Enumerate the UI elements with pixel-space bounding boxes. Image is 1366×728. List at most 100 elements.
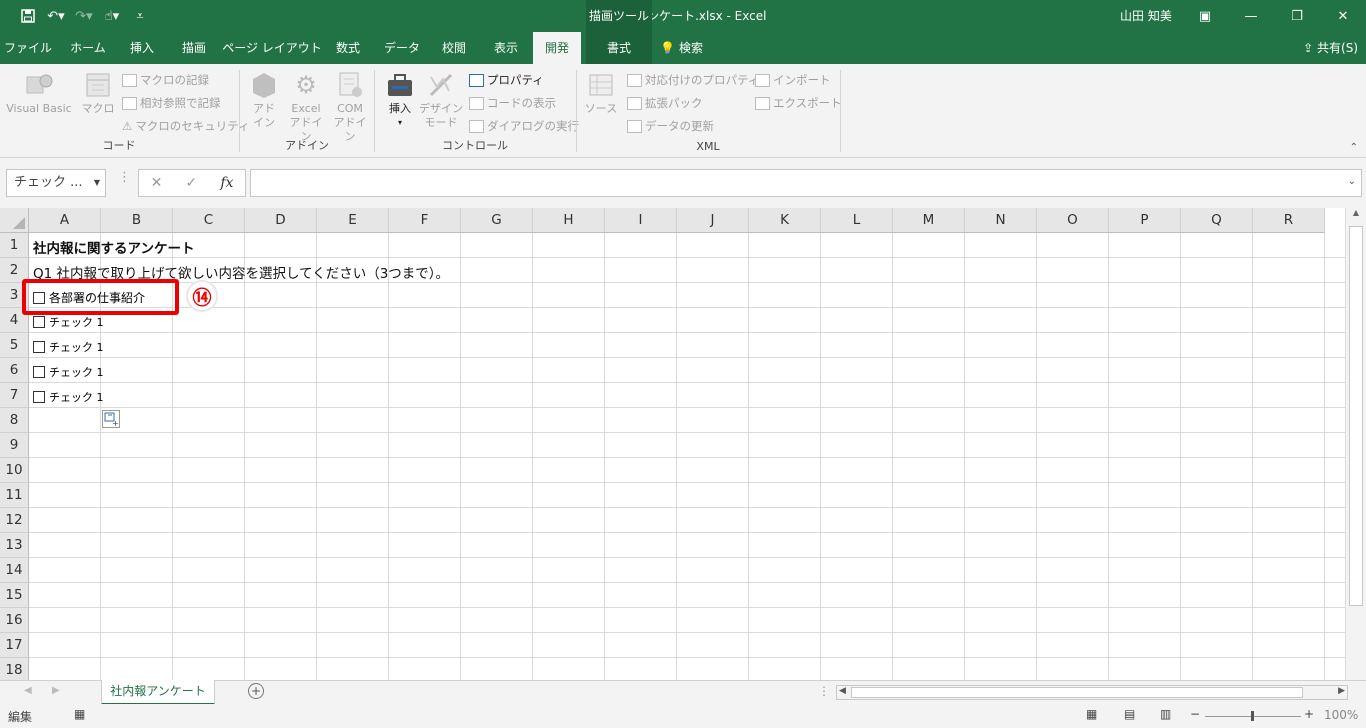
share-button[interactable]: ⇪ 共有(S) <box>1303 32 1358 64</box>
column-header[interactable]: N <box>965 208 1037 233</box>
macro-record-icon[interactable]: ▦ <box>74 707 85 721</box>
source-button[interactable]: ソース <box>583 70 619 116</box>
tab-developer[interactable]: 開発 <box>533 32 581 64</box>
user-name[interactable]: 山田 知美 <box>1120 0 1172 32</box>
import-button[interactable]: インポート <box>755 72 831 88</box>
column-header[interactable]: G <box>461 208 533 233</box>
select-all-button[interactable] <box>0 208 29 233</box>
chevron-down-icon[interactable]: ▼ <box>94 170 100 196</box>
expand-formula-icon[interactable]: ⌄ <box>1348 176 1356 187</box>
page-break-view-icon[interactable]: ▥ <box>1160 707 1171 721</box>
zoom-slider[interactable] <box>1205 711 1301 721</box>
design-mode-button[interactable]: デザイン モード <box>419 70 463 130</box>
vertical-scrollbar[interactable]: ▲ <box>1345 208 1366 680</box>
tab-page-layout[interactable]: ページ レイアウト <box>222 32 322 64</box>
insert-control-button[interactable]: 挿入 ▾ <box>383 70 417 130</box>
column-header[interactable]: K <box>749 208 821 233</box>
column-header[interactable]: F <box>389 208 461 233</box>
scroll-right-icon[interactable]: ▶ <box>1338 686 1345 696</box>
row-header[interactable]: 17 <box>0 633 29 658</box>
restore-icon[interactable]: ❐ <box>1274 0 1320 32</box>
column-header[interactable]: M <box>893 208 965 233</box>
row-header[interactable]: 7 <box>0 383 29 408</box>
tab-draw[interactable]: 描画 <box>168 32 220 64</box>
column-header[interactable]: D <box>245 208 317 233</box>
worksheet-grid[interactable]: ABCDEFGHIJKLMNOPQR 1 2 3 4 5 6 7 8 9 10 11 12 13 14 15… <box>0 208 1366 680</box>
zoom-slider-thumb[interactable] <box>1251 711 1254 721</box>
column-header[interactable]: Q <box>1181 208 1253 233</box>
close-icon[interactable]: ✕ <box>1320 0 1366 32</box>
column-header[interactable]: E <box>317 208 389 233</box>
refresh-data-button[interactable]: データの更新 <box>627 118 714 134</box>
ribbon-display-options-icon[interactable]: ▣ <box>1182 0 1228 32</box>
row-header[interactable]: 8 <box>0 408 29 433</box>
redo-icon[interactable]: ↷▾ <box>72 4 96 28</box>
column-header[interactable]: L <box>821 208 893 233</box>
page-layout-view-icon[interactable]: ▤ <box>1124 707 1135 721</box>
tab-view[interactable]: 表示 <box>482 32 530 64</box>
tell-me-search[interactable]: 💡 検索 <box>660 32 716 64</box>
column-header[interactable]: B <box>101 208 173 233</box>
column-header[interactable]: A <box>29 208 101 233</box>
column-header[interactable]: R <box>1253 208 1325 233</box>
tab-home[interactable]: ホーム <box>60 32 116 64</box>
row-header[interactable]: 13 <box>0 533 29 558</box>
visual-basic-button[interactable]: Visual Basic <box>4 70 74 116</box>
drag-handle-icon[interactable]: ⋮ <box>118 170 131 185</box>
row-header[interactable]: 18 <box>0 658 29 680</box>
scroll-left-icon[interactable]: ◀ <box>839 686 846 696</box>
tab-data[interactable]: データ <box>376 32 428 64</box>
row-header[interactable]: 12 <box>0 508 29 533</box>
checkbox-box[interactable] <box>33 341 45 353</box>
relative-reference-button[interactable]: 相対参照で記録 <box>122 95 221 111</box>
run-dialog-button[interactable]: ダイアログの実行 <box>469 118 579 134</box>
row-header[interactable]: 11 <box>0 483 29 508</box>
normal-view-icon[interactable]: ▦ <box>1086 707 1097 721</box>
customize-qat-icon[interactable]: ⩡ <box>128 4 152 28</box>
checkbox-box[interactable] <box>33 391 45 403</box>
zoom-level[interactable]: 100% <box>1324 708 1358 722</box>
row-header[interactable]: 10 <box>0 458 29 483</box>
scroll-up-icon[interactable]: ▲ <box>1346 208 1366 217</box>
paste-options-icon[interactable]: + <box>102 410 120 428</box>
name-box[interactable]: チェック ... ▼ <box>6 169 106 197</box>
minimize-icon[interactable]: — <box>1228 0 1274 32</box>
checkbox-box[interactable] <box>33 366 45 378</box>
column-header[interactable]: O <box>1037 208 1109 233</box>
row-header[interactable]: 9 <box>0 433 29 458</box>
split-handle-icon[interactable]: ⋮ <box>818 684 830 698</box>
row-header[interactable]: 16 <box>0 608 29 633</box>
checkbox-control[interactable]: チェック 1 <box>33 314 104 330</box>
column-header[interactable]: I <box>605 208 677 233</box>
horizontal-scrollbar[interactable]: ◀ ▶ <box>836 685 1348 700</box>
checkbox-control[interactable]: チェック 1 <box>33 364 104 380</box>
formula-input[interactable]: ⌄ <box>250 169 1362 197</box>
next-sheet-icon[interactable]: ▶ <box>52 685 60 696</box>
tab-review[interactable]: 校閲 <box>430 32 478 64</box>
cells-area[interactable] <box>29 233 1345 680</box>
checkbox-control[interactable]: チェック 1 <box>33 339 104 355</box>
collapse-ribbon-icon[interactable]: ⌃ <box>1350 142 1358 153</box>
scroll-thumb[interactable] <box>851 687 1303 698</box>
macro-security-button[interactable]: ⚠ マクロのセキュリティ <box>122 118 250 134</box>
undo-icon[interactable]: ↶▾ <box>44 4 68 28</box>
tab-format[interactable]: 書式 <box>586 32 652 64</box>
scroll-thumb[interactable] <box>1349 226 1363 606</box>
prev-sheet-icon[interactable]: ◀ <box>24 685 32 696</box>
macros-button[interactable]: マクロ <box>80 70 116 116</box>
save-icon[interactable] <box>16 4 40 28</box>
view-code-button[interactable]: コードの表示 <box>469 95 556 111</box>
row-header[interactable]: 1 <box>0 233 29 258</box>
touch-mode-icon[interactable]: ☝▾ <box>100 4 124 28</box>
com-addins-button[interactable]: COM アドイン <box>330 70 370 144</box>
expansion-packs-button[interactable]: 拡張パック <box>627 95 703 111</box>
add-sheet-icon[interactable]: + <box>248 683 264 699</box>
insert-function-icon[interactable]: fx <box>220 175 233 191</box>
checkbox-control[interactable]: チェック 1 <box>33 389 104 405</box>
row-header[interactable]: 6 <box>0 358 29 383</box>
row-header[interactable]: 5 <box>0 333 29 358</box>
row-header[interactable]: 14 <box>0 558 29 583</box>
map-properties-button[interactable]: 対応付けのプロパティ <box>627 72 759 88</box>
zoom-in-icon[interactable]: + <box>1304 707 1314 721</box>
sheet-tab[interactable]: 社内報アンケート <box>101 680 215 705</box>
